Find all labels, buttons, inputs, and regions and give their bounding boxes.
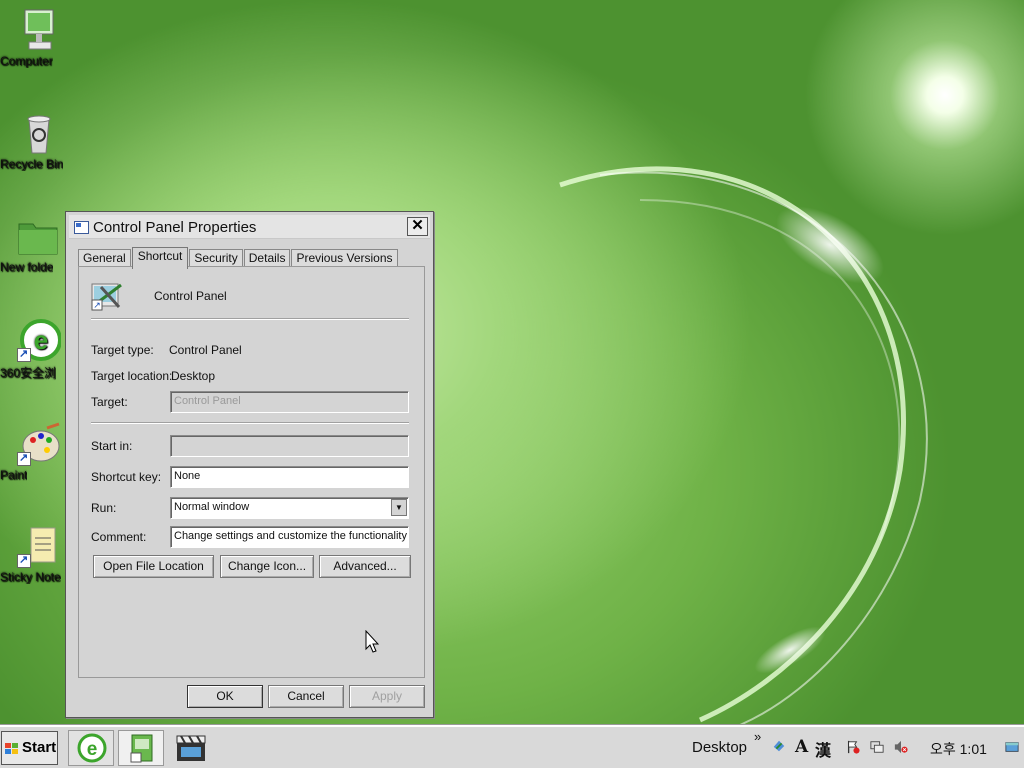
windows-logo-icon	[5, 743, 19, 755]
control-panel-small-icon	[74, 221, 89, 234]
shortcut-arrow-icon	[17, 347, 31, 362]
shortcut-tab-panel: ↗ Control Panel Target type: Control Pan…	[78, 266, 425, 678]
desktop-icon-label: Paint	[0, 468, 28, 482]
dialog-titlebar[interactable]: Control Panel Properties ✕	[69, 215, 430, 239]
toolbar-chevron[interactable]: »	[754, 729, 761, 744]
desktop-icon-label: 360安全浏	[0, 366, 57, 380]
taskbar-button-browser[interactable]: e	[68, 730, 114, 766]
shortcut-key-field[interactable]: None	[170, 466, 409, 488]
cancel-button[interactable]: Cancel	[268, 685, 344, 708]
desktop-toolbar-label[interactable]: Desktop	[692, 739, 747, 756]
action-center-flag-icon[interactable]	[846, 740, 860, 754]
comment-field[interactable]: Change settings and customize the functi…	[170, 526, 409, 548]
start-label: Start	[22, 739, 57, 756]
separator	[91, 422, 409, 424]
shortcut-arrow-icon	[17, 553, 31, 568]
change-icon-button[interactable]: Change Icon...	[220, 555, 314, 578]
open-file-location-button[interactable]: Open File Location	[93, 555, 214, 578]
recycle-bin-icon	[17, 111, 61, 155]
run-select[interactable]: Normal window ▼	[170, 497, 409, 519]
computer-icon	[17, 8, 61, 52]
volume-muted-icon[interactable]	[894, 740, 908, 754]
shortcut-name: Control Panel	[154, 289, 227, 303]
dialog-title: Control Panel Properties	[93, 219, 257, 236]
desktop-icon-label: Recycle Bin	[0, 157, 64, 171]
run-select-value: Normal window	[174, 501, 250, 513]
target-label: Target:	[91, 395, 128, 409]
desktop-icon-label: Sticky Note	[0, 570, 61, 584]
paint-palette-icon	[17, 422, 61, 466]
ime-toolbar-icon[interactable]	[772, 739, 786, 753]
ime-language-indicator[interactable]: A	[795, 737, 808, 757]
close-button[interactable]: ✕	[407, 217, 428, 236]
tab-shortcut[interactable]: Shortcut	[131, 247, 189, 269]
target-location-value: Desktop	[171, 369, 216, 383]
svg-text:e: e	[87, 739, 98, 760]
show-desktop-icon[interactable]	[1005, 740, 1019, 754]
ok-button[interactable]: OK	[187, 685, 263, 708]
ime-hanja-indicator[interactable]: 漢	[815, 737, 831, 761]
target-type-label: Target type:	[91, 343, 154, 357]
sticky-notes-icon	[17, 524, 61, 568]
chevron-down-icon[interactable]: ▼	[391, 499, 407, 516]
apply-button[interactable]: Apply	[349, 685, 425, 708]
clapperboard-icon	[176, 735, 206, 761]
taskbar-button-video[interactable]	[168, 730, 214, 766]
folder-icon	[17, 214, 61, 258]
taskbar-button-control-panel[interactable]	[118, 730, 164, 766]
start-in-label: Start in:	[91, 439, 133, 453]
clock[interactable]: 오후 1:01	[930, 739, 987, 759]
desktop-icon-label: New folde	[0, 260, 54, 274]
tab-strip: General Shortcut Security Details Previo…	[78, 247, 399, 269]
separator	[91, 318, 409, 320]
shortcut-arrow-icon	[17, 451, 31, 466]
start-in-field[interactable]	[170, 435, 409, 457]
svg-text:↗: ↗	[93, 300, 101, 310]
control-panel-icon	[130, 734, 153, 763]
browser-e-icon: e	[17, 318, 62, 362]
start-button[interactable]: Start	[1, 731, 58, 765]
browser-e-icon: e	[77, 733, 107, 763]
comment-label: Comment:	[91, 530, 147, 544]
taskbar: Start e Desktop » A 漢 오후 1:01	[0, 725, 1024, 768]
shortcut-key-label: Shortcut key:	[91, 470, 162, 484]
network-icon[interactable]	[870, 740, 884, 754]
target-location-label: Target location:	[91, 369, 173, 383]
desktop-icon-computer[interactable]: Computer	[0, 8, 78, 68]
desktop-icon-label: Computer	[0, 54, 53, 68]
run-label: Run:	[91, 501, 117, 515]
svg-text:e: e	[34, 325, 48, 355]
desktop-icon-recycle-bin[interactable]: Recycle Bin	[0, 111, 78, 171]
target-type-value: Control Panel	[169, 343, 242, 357]
mouse-cursor-icon	[365, 630, 380, 653]
target-field[interactable]: Control Panel	[170, 391, 409, 413]
advanced-button[interactable]: Advanced...	[319, 555, 411, 578]
control-panel-icon: ↗	[91, 281, 125, 311]
